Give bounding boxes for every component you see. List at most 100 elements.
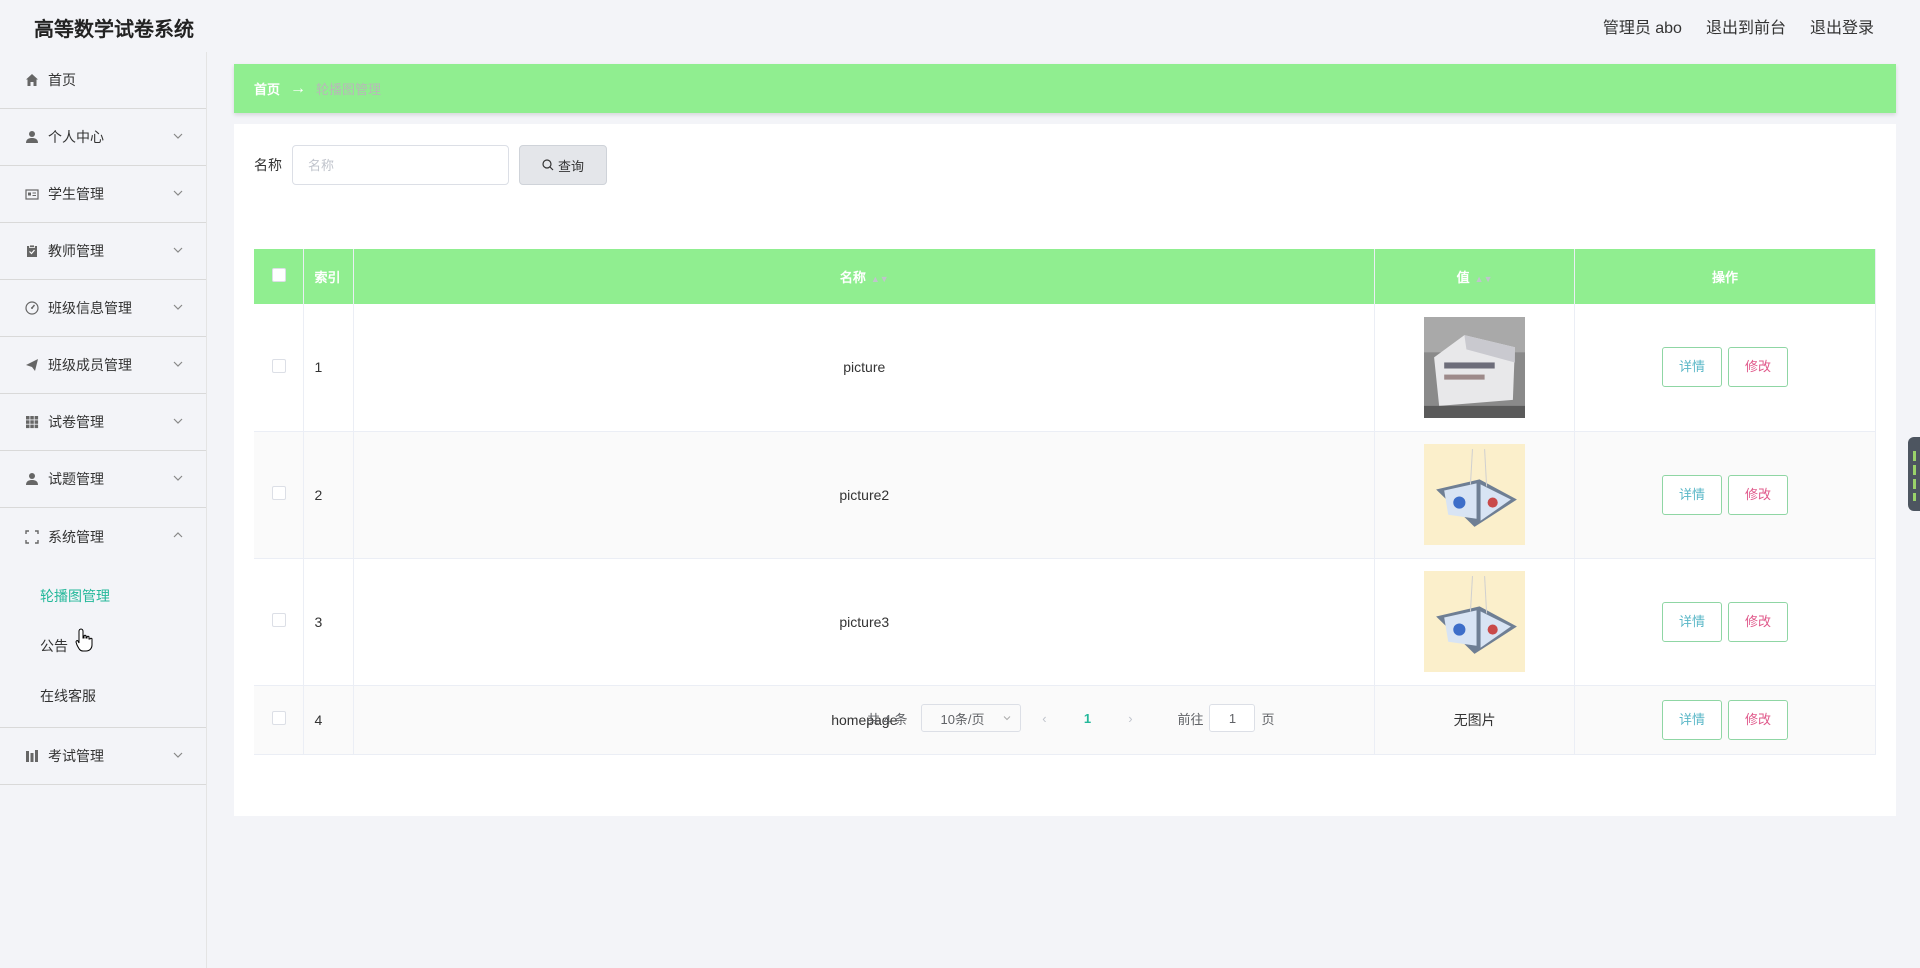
chevron-down-icon — [173, 361, 183, 367]
breadcrumb-home[interactable]: 首页 — [254, 79, 280, 98]
search-row: 名称 查询 — [254, 145, 607, 185]
detail-button[interactable]: 详情 — [1662, 601, 1723, 642]
carousel-table: 索引 名称 ▲▼ 值 ▲▼ 操作 1 picture 详情 修改 2 pictu… — [254, 249, 1876, 755]
system-submenu: 轮播图管理 公告 在线客服 — [0, 565, 206, 728]
page-size-select[interactable]: 10条/页 — [921, 704, 1022, 732]
app-title: 高等数学试卷系统 — [34, 19, 194, 41]
grid-icon — [24, 414, 40, 430]
row-actions: 详情 修改 — [1574, 558, 1876, 686]
table-row: 3 picture3 详情 修改 — [254, 558, 1876, 686]
clipboard-icon — [24, 243, 40, 259]
breadcrumb-current: 轮播图管理 — [316, 82, 382, 97]
sidebar: 首页 个人中心 学生管理 教师管理 班级信息管理 班级成员管理 试卷管理 试题管… — [0, 52, 207, 968]
detail-button[interactable]: 详情 — [1662, 474, 1723, 515]
building-photo — [1424, 316, 1526, 418]
header-value-label: 值 — [1456, 270, 1470, 285]
chevron-down-icon — [173, 304, 183, 310]
sidebar-item-label: 首页 — [48, 72, 76, 88]
row-checkbox[interactable] — [271, 486, 286, 500]
row-index: 4 — [303, 685, 355, 755]
edit-button[interactable]: 修改 — [1728, 474, 1789, 515]
sort-icon[interactable]: ▲▼ — [871, 274, 889, 284]
page-number[interactable]: 1 — [1075, 711, 1099, 726]
sidebar-item-class-members[interactable]: 班级成员管理 — [0, 337, 206, 394]
row-value-text: 无图片 — [1374, 685, 1576, 755]
sidebar-item-home[interactable]: 首页 — [0, 52, 206, 109]
header-name[interactable]: 名称 ▲▼ — [353, 249, 1376, 304]
top-right-links: 管理员 abo 退出到前台 退出登录 — [1603, 14, 1874, 38]
chevron-down-icon — [173, 475, 183, 481]
row-checkbox[interactable] — [271, 358, 286, 373]
sidebar-item-label: 班级成员管理 — [48, 357, 132, 373]
sidebar-item-label: 教师管理 — [48, 243, 104, 259]
header-index: 索引 — [303, 249, 355, 304]
page-suffix: 页 — [1261, 711, 1275, 727]
row-index: 1 — [303, 304, 355, 432]
user-icon — [24, 129, 40, 145]
row-checkbox[interactable] — [271, 613, 286, 627]
row-value — [1374, 431, 1576, 559]
edit-button[interactable]: 修改 — [1728, 601, 1789, 642]
detail-button[interactable]: 详情 — [1662, 699, 1723, 740]
dashboard-icon — [24, 300, 40, 316]
sidebar-subitem-carousel[interactable]: 轮播图管理 — [0, 571, 206, 621]
sidebar-item-label: 试卷管理 — [48, 414, 104, 430]
sidebar-item-questions[interactable]: 试题管理 — [0, 451, 206, 508]
edit-button[interactable]: 修改 — [1728, 699, 1789, 740]
header-value[interactable]: 值 ▲▼ — [1374, 249, 1576, 304]
search-input[interactable] — [292, 145, 509, 185]
sidebar-subitem-customer-service[interactable]: 在线客服 — [0, 671, 206, 721]
select-all-cell — [254, 249, 305, 304]
front-link[interactable]: 退出到前台 — [1706, 14, 1786, 38]
prev-page-button[interactable]: ‹ — [1034, 711, 1054, 726]
sidebar-item-label: 班级信息管理 — [48, 300, 132, 316]
top-bar: 高等数学试卷系统 管理员 abo 退出到前台 退出登录 — [0, 0, 1920, 52]
sidebar-item-label: 试题管理 — [48, 471, 104, 487]
chevron-up-icon — [173, 532, 183, 538]
chevron-down-icon — [173, 133, 183, 139]
chevron-down-icon — [173, 190, 183, 196]
search-button[interactable]: 查询 — [519, 145, 607, 185]
pagination-total: 共 4 条 — [867, 711, 908, 727]
user-icon — [24, 471, 40, 487]
breadcrumb: 首页 → 轮播图管理 — [234, 64, 1896, 113]
send-icon — [24, 357, 40, 373]
hand-cursor-icon — [75, 628, 93, 652]
breadcrumb-arrow-icon: → — [290, 79, 307, 97]
side-widget-handle[interactable] — [1908, 437, 1920, 511]
goto-page-input[interactable] — [1209, 704, 1256, 732]
search-button-label: 查询 — [557, 158, 584, 174]
table-header-row: 索引 名称 ▲▼ 值 ▲▼ 操作 — [254, 249, 1876, 304]
sidebar-subitem-notice[interactable]: 公告 — [0, 621, 206, 671]
select-all-checkbox[interactable] — [271, 268, 286, 282]
next-page-button[interactable]: › — [1120, 711, 1140, 726]
row-index: 2 — [303, 431, 355, 559]
fullscreen-icon — [24, 529, 40, 545]
edit-button[interactable]: 修改 — [1728, 347, 1789, 388]
sidebar-item-class-info[interactable]: 班级信息管理 — [0, 280, 206, 337]
chevron-down-icon — [1004, 716, 1011, 721]
home-icon — [24, 72, 40, 88]
sidebar-item-system[interactable]: 系统管理 — [0, 508, 206, 565]
book-photo — [1424, 571, 1526, 672]
row-index: 3 — [303, 558, 355, 686]
sidebar-item-label: 系统管理 — [48, 528, 104, 545]
search-icon — [542, 159, 554, 171]
chevron-down-icon — [173, 418, 183, 424]
header-name-label: 名称 — [839, 270, 866, 285]
detail-button[interactable]: 详情 — [1662, 347, 1723, 388]
row-checkbox[interactable] — [271, 711, 286, 725]
row-name: picture2 — [353, 431, 1376, 559]
pagination: 共 4 条 10条/页 ‹ 1 › 前往 页 — [867, 704, 1275, 732]
sort-icon[interactable]: ▲▼ — [1475, 274, 1493, 284]
id-card-icon — [24, 186, 40, 202]
chevron-down-icon — [173, 247, 183, 253]
sidebar-item-exams[interactable]: 考试管理 — [0, 728, 206, 785]
logout-link[interactable]: 退出登录 — [1810, 14, 1874, 38]
sidebar-item-teachers[interactable]: 教师管理 — [0, 223, 206, 280]
sidebar-item-papers[interactable]: 试卷管理 — [0, 394, 206, 451]
table-row: 2 picture2 详情 修改 — [254, 431, 1876, 559]
sidebar-item-students[interactable]: 学生管理 — [0, 166, 206, 223]
sidebar-item-profile[interactable]: 个人中心 — [0, 109, 206, 166]
bar-chart-icon — [24, 748, 40, 764]
